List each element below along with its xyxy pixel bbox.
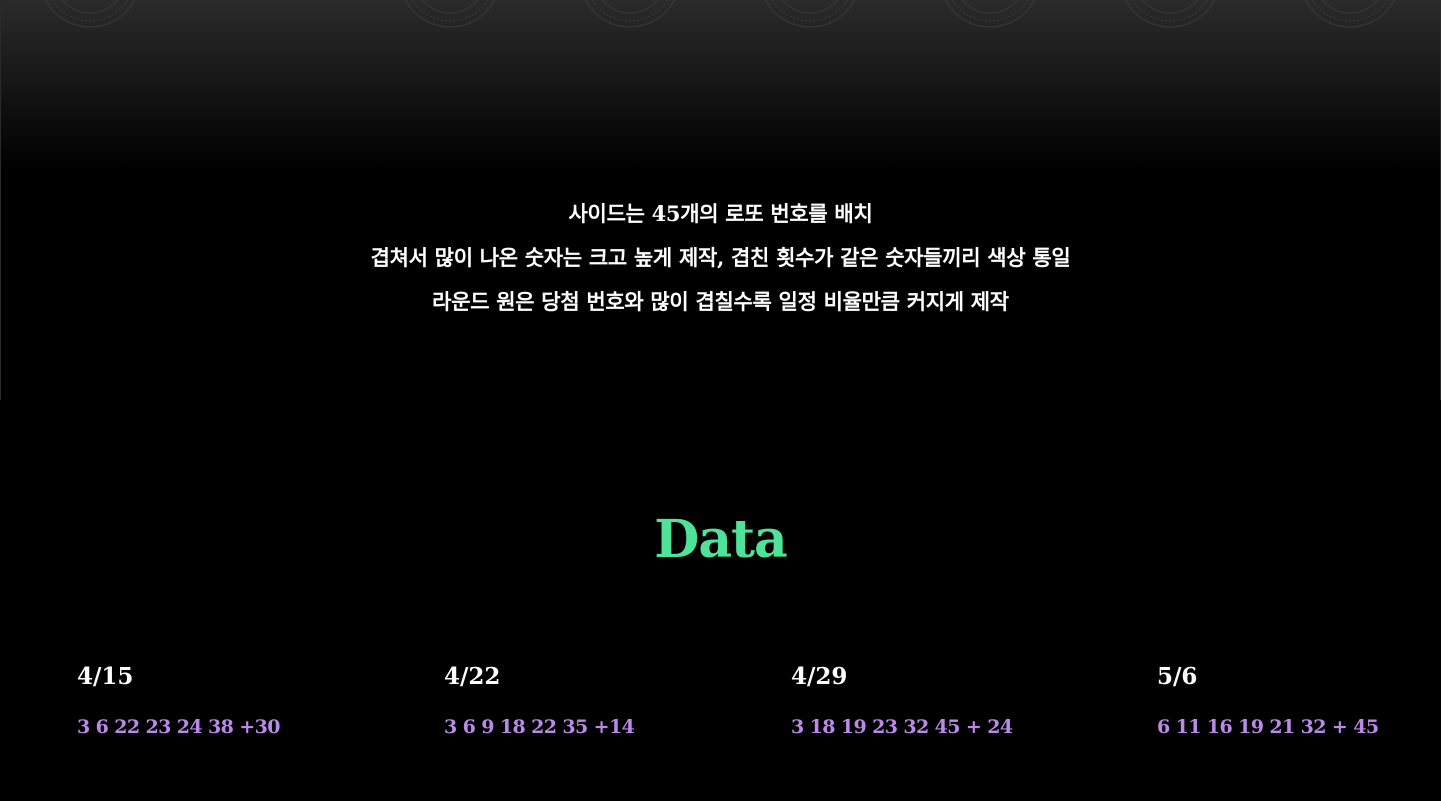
round-numbers: 3 6 22 23 24 38 +30 xyxy=(77,716,280,738)
round-item: 4/15 3 6 22 23 24 38 +30 xyxy=(77,660,377,740)
intro-line: 라운드 원은 당첨 번호와 많이 겹칠수록 일정 비율만큼 커지게 제작 xyxy=(432,289,1009,314)
rosette-icon xyxy=(945,0,1035,28)
round-item: 5/6 6 11 16 19 21 32 + 45 xyxy=(1157,660,1441,740)
rosette-icon xyxy=(405,0,495,28)
rounds-list: 4/15 3 6 22 23 24 38 +30 4/22 3 6 9 18 2… xyxy=(0,660,1441,760)
rosette-icon xyxy=(585,0,675,28)
round-item: 4/29 3 18 19 23 32 45 + 24 xyxy=(791,660,1091,740)
round-numbers: 6 11 16 19 21 32 + 45 xyxy=(1157,716,1379,738)
intro-line: 겹쳐서 많이 나온 숫자는 크고 높게 제작, 겹친 횟수가 같은 숫자들끼리 … xyxy=(370,245,1071,270)
intro-line: 사이드는 45개의 로또 번호를 배치 xyxy=(568,201,873,226)
round-numbers: 3 6 9 18 22 35 +14 xyxy=(444,716,635,738)
intro-description: 사이드는 45개의 로또 번호를 배치 겹쳐서 많이 나온 숫자는 크고 높게 … xyxy=(0,192,1441,324)
rosette-icon xyxy=(765,0,855,28)
rosette-icon xyxy=(1305,0,1395,28)
round-item: 4/22 3 6 9 18 22 35 +14 xyxy=(444,660,744,740)
round-numbers: 3 18 19 23 32 45 + 24 xyxy=(791,716,1013,738)
round-date: 5/6 xyxy=(1157,663,1198,690)
rosette-icon xyxy=(1125,0,1215,28)
section-title: Data xyxy=(654,509,788,570)
round-date: 4/22 xyxy=(444,663,501,690)
rosette-icon xyxy=(45,0,135,28)
round-date: 4/15 xyxy=(77,663,134,690)
round-date: 4/29 xyxy=(791,663,848,690)
